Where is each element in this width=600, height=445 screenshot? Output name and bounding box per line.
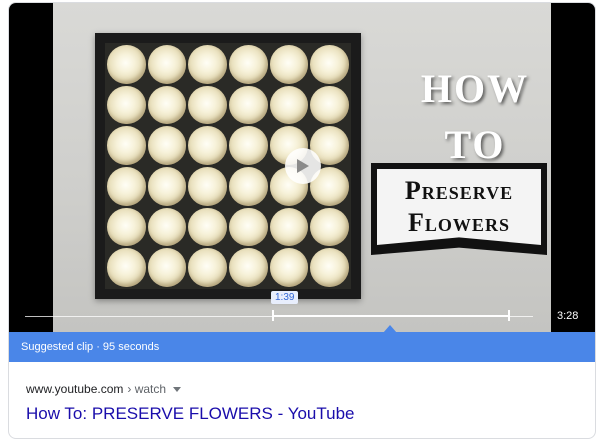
rose xyxy=(147,126,187,165)
rose xyxy=(229,85,268,125)
clip-end-marker[interactable] xyxy=(508,310,510,321)
rose xyxy=(310,85,349,125)
rose xyxy=(310,207,349,247)
rose xyxy=(310,45,349,84)
rose xyxy=(147,248,187,287)
rose xyxy=(188,85,227,125)
result-url: www.youtube.com › watch xyxy=(26,382,182,396)
rose xyxy=(269,207,309,247)
rose xyxy=(229,207,268,247)
rose xyxy=(188,207,227,247)
rose xyxy=(107,207,146,247)
play-icon xyxy=(297,159,309,173)
suggested-clip-segment[interactable] xyxy=(273,315,509,317)
video-duration: 3:28 xyxy=(557,310,579,322)
result-domain: www.youtube.com xyxy=(26,382,124,396)
shadow-box-frame xyxy=(95,33,361,299)
rose xyxy=(147,207,187,247)
rose xyxy=(107,126,146,165)
rose xyxy=(147,167,187,206)
rose xyxy=(107,45,146,84)
suggested-clip-bar[interactable]: Suggested clip · 95 seconds xyxy=(9,332,595,362)
sign-line-flowers: Flowers xyxy=(408,208,510,237)
video-player[interactable]: HOW TO Preserve Flowers 1:39 3:28 xyxy=(9,3,595,332)
rose xyxy=(107,85,146,125)
sign-line-preserve: Preserve xyxy=(404,176,514,205)
rose xyxy=(269,85,309,125)
rose xyxy=(229,248,268,287)
result-title-link[interactable]: How To: PRESERVE FLOWERS - YouTube xyxy=(26,404,355,424)
thumbnail-sign: Preserve Flowers xyxy=(371,163,547,255)
play-button[interactable] xyxy=(285,148,321,184)
rose xyxy=(188,126,227,165)
rose xyxy=(269,45,309,84)
rose xyxy=(310,248,349,287)
rose xyxy=(229,167,268,206)
thumbnail-title-how: HOW xyxy=(420,66,530,111)
rose xyxy=(107,248,146,287)
thumbnail-title-to: TO xyxy=(444,122,506,167)
suggested-clip-label: Suggested clip · 95 seconds xyxy=(21,341,160,353)
rose xyxy=(269,248,309,287)
clip-start-marker[interactable] xyxy=(272,310,274,321)
rose xyxy=(229,45,268,84)
rose xyxy=(147,45,187,84)
rose xyxy=(107,167,146,206)
rose xyxy=(188,45,227,84)
chevron-down-icon[interactable] xyxy=(173,386,182,392)
rose xyxy=(147,85,187,125)
rose xyxy=(188,248,227,287)
rose xyxy=(229,126,268,165)
result-path: › watch xyxy=(127,382,167,396)
rose xyxy=(188,167,227,206)
clip-start-time: 1:39 xyxy=(271,291,299,304)
featured-video-card: HOW TO Preserve Flowers 1:39 3:28 Sugges… xyxy=(8,2,596,439)
